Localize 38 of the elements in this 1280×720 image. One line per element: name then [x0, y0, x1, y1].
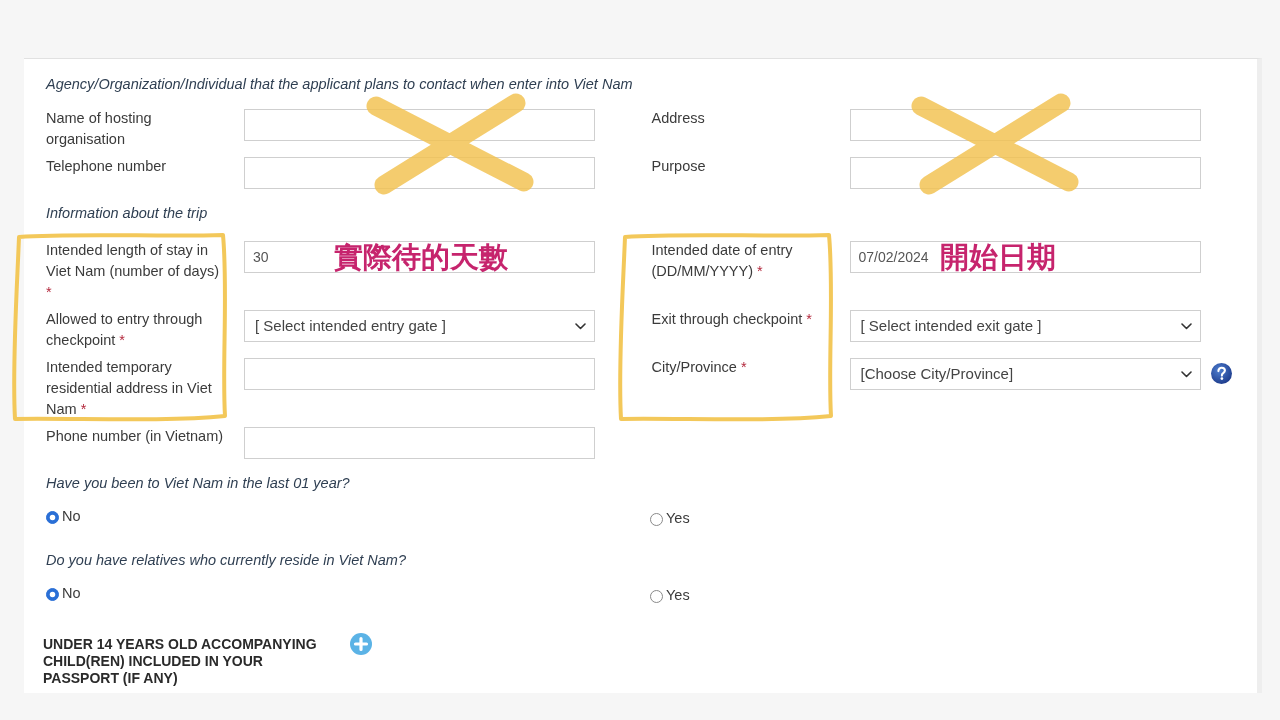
dropdown-field[interactable]: [ Select intended exit gate ]: [849, 310, 1201, 342]
option-label: Yes: [666, 509, 690, 528]
option-label: Yes: [666, 586, 690, 605]
dropdown-field[interactable]: [Choose City/Province]: [849, 358, 1201, 390]
chevron-down-icon: [1180, 322, 1192, 330]
field-label: Intended date of entry (DD/MM/YYYY) *: [651, 241, 794, 281]
input-field[interactable]: [244, 358, 595, 390]
section-heading: UNDER 14 YEARS OLD ACCOMPANYING CHILD(REN) INCLUDED IN YOUR PASSPORT (IF ANY): [43, 636, 318, 687]
field-label: Allowed to entry through checkpoint *: [46, 310, 204, 350]
input-field[interactable]: [244, 427, 595, 459]
radio-button[interactable]: [46, 587, 59, 601]
field-label: Intended temporary residential address in Viet Nam *: [46, 358, 213, 419]
radio-button[interactable]: [650, 589, 663, 603]
question-text: Do you have relatives who currently reside in Viet Nam?: [46, 551, 407, 570]
input-field[interactable]: 30 實際待的天數: [244, 241, 595, 273]
annotation-note: 實際待的天數: [334, 242, 508, 272]
option-label: No: [62, 507, 81, 526]
chevron-down-icon: [1180, 370, 1192, 378]
help-icon[interactable]: [1210, 363, 1232, 384]
field-label: Purpose: [651, 157, 707, 176]
field-label: Address: [651, 109, 706, 128]
field-label: Intended length of stay in Viet Nam (number of days) *: [46, 241, 220, 302]
section-heading: Agency/Organization/Individual that the applicant plans to contact when enter into Viet Nam: [46, 75, 634, 94]
field-label: Exit through checkpoint *: [651, 310, 813, 329]
field-label: Telephone number: [46, 157, 168, 176]
question-text: Have you been to Viet Nam in the last 01 year?: [46, 474, 351, 493]
annotation-note: 開始日期: [939, 242, 1056, 272]
section-heading: Information about the trip: [46, 204, 209, 223]
dropdown-field[interactable]: [ Select intended entry gate ]: [244, 310, 595, 342]
chevron-down-icon: [575, 322, 586, 330]
field-label: City/Province *: [651, 358, 748, 377]
add-icon[interactable]: [350, 633, 372, 655]
field-label: Phone number (in Vietnam): [46, 427, 225, 446]
radio-button[interactable]: [46, 510, 59, 524]
input-field[interactable]: 07/02/2024 開始日期: [849, 241, 1201, 273]
radio-button[interactable]: [650, 512, 663, 526]
option-label: No: [62, 584, 81, 603]
field-label: Name of hosting organisation: [46, 109, 153, 149]
